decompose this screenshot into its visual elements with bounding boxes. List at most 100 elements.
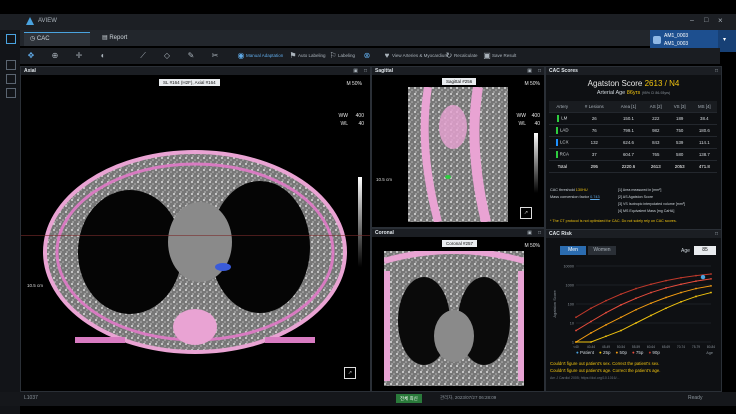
auto-labeling-button[interactable]: Auto Labeling [298,50,326,62]
series-point [635,287,637,290]
labeling-icon[interactable]: ⚐ [328,51,338,61]
y-tick-label: 10000 [563,265,574,269]
axial-orientation: M 50% [346,81,362,87]
series-point [590,320,592,323]
table-row[interactable]: RCA 37 604.7 765 580 138.7 [549,148,717,161]
risk-messages: Couldn't figure out patient's sex. Corre… [550,361,720,374]
table-cell: 114.1 [691,136,717,149]
legend-label: Patient [579,350,594,355]
labeling-button[interactable]: Labeling [338,50,355,62]
table-row[interactable]: LCX 132 624.6 843 539 114.1 [549,136,717,149]
legend-label: 75p [635,350,644,355]
axial-title: Axial [21,67,370,75]
table-cell: 2220.6 [613,160,644,173]
panel-layout-icon[interactable]: ▣ [527,68,532,74]
note-line: [2] AS Agatston Score [618,195,653,199]
series-point [680,291,682,294]
x-axis-label: Age [706,351,713,355]
risk-reference[interactable]: Am J Cardiol 2005; https://doi.org/10.10… [550,376,720,380]
table-cell: 982 [643,124,668,137]
series-point [695,295,697,298]
series-point [650,291,652,294]
women-toggle[interactable]: Women [588,246,616,255]
table-cell: 37 [575,148,614,161]
axial-ww-label: WW [338,113,348,119]
panel-maximize-icon[interactable]: □ [715,231,718,237]
minimize-icon[interactable]: – [690,17,694,24]
table-header-cell: Area [1] [613,101,644,113]
x-tick-label: 75-79 [692,345,700,349]
panel-maximize-icon[interactable]: □ [364,68,367,74]
auto-labeling-icon[interactable]: ⚑ [288,51,298,61]
view-arteries-button[interactable]: View Arteries & Myocardium [392,50,448,62]
measure-icon[interactable]: ⟋ [138,51,148,61]
series-point [665,296,667,299]
table-row[interactable]: LAD 76 799.1 982 750 180.6 [549,124,717,137]
pan-icon[interactable]: ✛ [74,51,84,61]
mass-factor-label: Mass conversion factor [550,195,590,199]
table-header-cell: VS [3] [667,101,692,113]
manual-adaptation-button[interactable]: Manual Adaptation [246,50,283,62]
artery-cell: LCX [549,136,576,149]
series-point [590,307,592,310]
brush-icon[interactable]: ✎ [186,51,196,61]
agatston-score-line: Agatston Score 2613 / N4 [546,79,721,88]
view-arteries-icon[interactable]: ♥ [382,51,392,61]
cac-notes: [1] Area measured in [mm²] [2] AS Agatsto… [618,187,718,215]
home-icon[interactable] [6,34,16,44]
sagittal-wl: 40 [534,121,540,127]
tab-cac[interactable]: ◷ CAC [24,32,90,46]
maximize-icon[interactable]: □ [704,17,708,24]
series-point [620,329,622,332]
cac-risk-title: CAC Risk [546,230,721,238]
settings-icon[interactable] [6,88,16,98]
study-icon[interactable] [6,74,16,84]
artery-color-swatch [555,139,558,146]
panel-maximize-icon[interactable]: □ [715,68,718,74]
user-dropdown-button[interactable]: ▾ [718,30,736,52]
x-tick-label: 80-84 [707,345,715,349]
cut-icon[interactable]: ✂ [210,51,220,61]
save-icon[interactable]: ▣ [482,51,492,61]
x-tick-label: 50-54 [617,345,625,349]
sagittal-intensity-scale [534,133,538,193]
series-point [695,274,697,277]
patient-list-icon[interactable] [6,60,16,70]
series-point [620,316,622,319]
axial-viewport[interactable]: Axial ▣ □ SL #164 (H2F), Axial #164 M 50… [20,66,371,392]
table-row[interactable]: LM 26 150.1 222 189 38.4 [549,112,717,125]
series-point [635,297,637,300]
save-result-button[interactable]: Save Result [492,50,516,62]
panel-layout-icon[interactable]: ▣ [353,68,358,74]
zoom-icon[interactable]: ⊕ [50,51,60,61]
sagittal-viewport[interactable]: Sagittal ▣ □ Sagittal #256 M 50% WW 400 … [371,66,545,228]
window-level-icon[interactable]: ◐ [98,51,108,61]
men-toggle[interactable]: Men [560,246,586,255]
manual-adaptation-icon[interactable]: ◉ [236,51,246,61]
series-point [710,291,712,294]
series-point [605,299,607,302]
close-icon[interactable]: × [718,16,723,25]
table-cell: 295 [575,160,614,173]
series-point [635,322,637,324]
panel-maximize-icon[interactable]: □ [538,230,541,236]
series-point [620,293,622,296]
coronal-viewport[interactable]: Coronal ▣ □ Coronal #257 M 50% [371,228,545,392]
artery-cell: RCA [549,148,576,161]
panel-maximize-icon[interactable]: □ [538,68,541,74]
table-cell: 471.8 [691,160,717,173]
pointer-icon[interactable]: ✥ [26,51,36,61]
close-circle-icon[interactable]: ⊗ [362,51,372,61]
tab-report[interactable]: ▤ Report [96,32,152,45]
panel-layout-icon[interactable]: ▣ [527,230,532,236]
axial-slice-tag: SL #164 (H2F), Axial #164 [159,79,220,86]
status-center-button[interactable]: 전체 최신 [396,394,422,403]
sagittal-nav-icon[interactable]: ↗ [520,207,532,219]
mass-factor-value[interactable]: 0.743 [590,195,600,199]
recalculate-icon[interactable]: ↻ [444,51,454,61]
table-total-row: Total 295 2220.6 2613 2053 471.8 [549,160,717,173]
recalculate-button[interactable]: Recalculate [454,50,478,62]
axial-nav-icon[interactable]: ↗ [344,367,356,379]
age-input[interactable]: 85 [694,246,716,255]
eraser-icon[interactable]: ◇ [162,51,172,61]
